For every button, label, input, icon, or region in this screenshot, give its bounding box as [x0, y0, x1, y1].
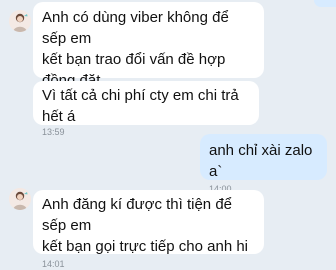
message-bubble-incoming[interactable]: Anh có dùng viber không để sếp em kết bạ… [33, 2, 264, 110]
message-text: Anh đăng kí được thì tiện để sếp em kết … [42, 196, 249, 255]
message-bubble-incoming[interactable]: Anh đăng kí được thì tiện để sếp em kết … [33, 190, 264, 269]
contact-avatar-icon[interactable] [9, 188, 31, 210]
message-text: anh chỉ xài zalo a` [209, 142, 313, 180]
message-bubble-outgoing[interactable]: anh chỉ xài zalo a` 14:00 [200, 134, 327, 194]
message-timestamp: 14:01 [42, 259, 65, 269]
contact-avatar-icon[interactable] [9, 10, 31, 32]
previous-outgoing-bubble-edge [314, 0, 336, 7]
message-text: Vì tất cả chi phí cty em chi trả hết á [42, 87, 239, 125]
message-bubble-incoming[interactable]: Vì tất cả chi phí cty em chi trả hết á 1… [33, 81, 259, 137]
